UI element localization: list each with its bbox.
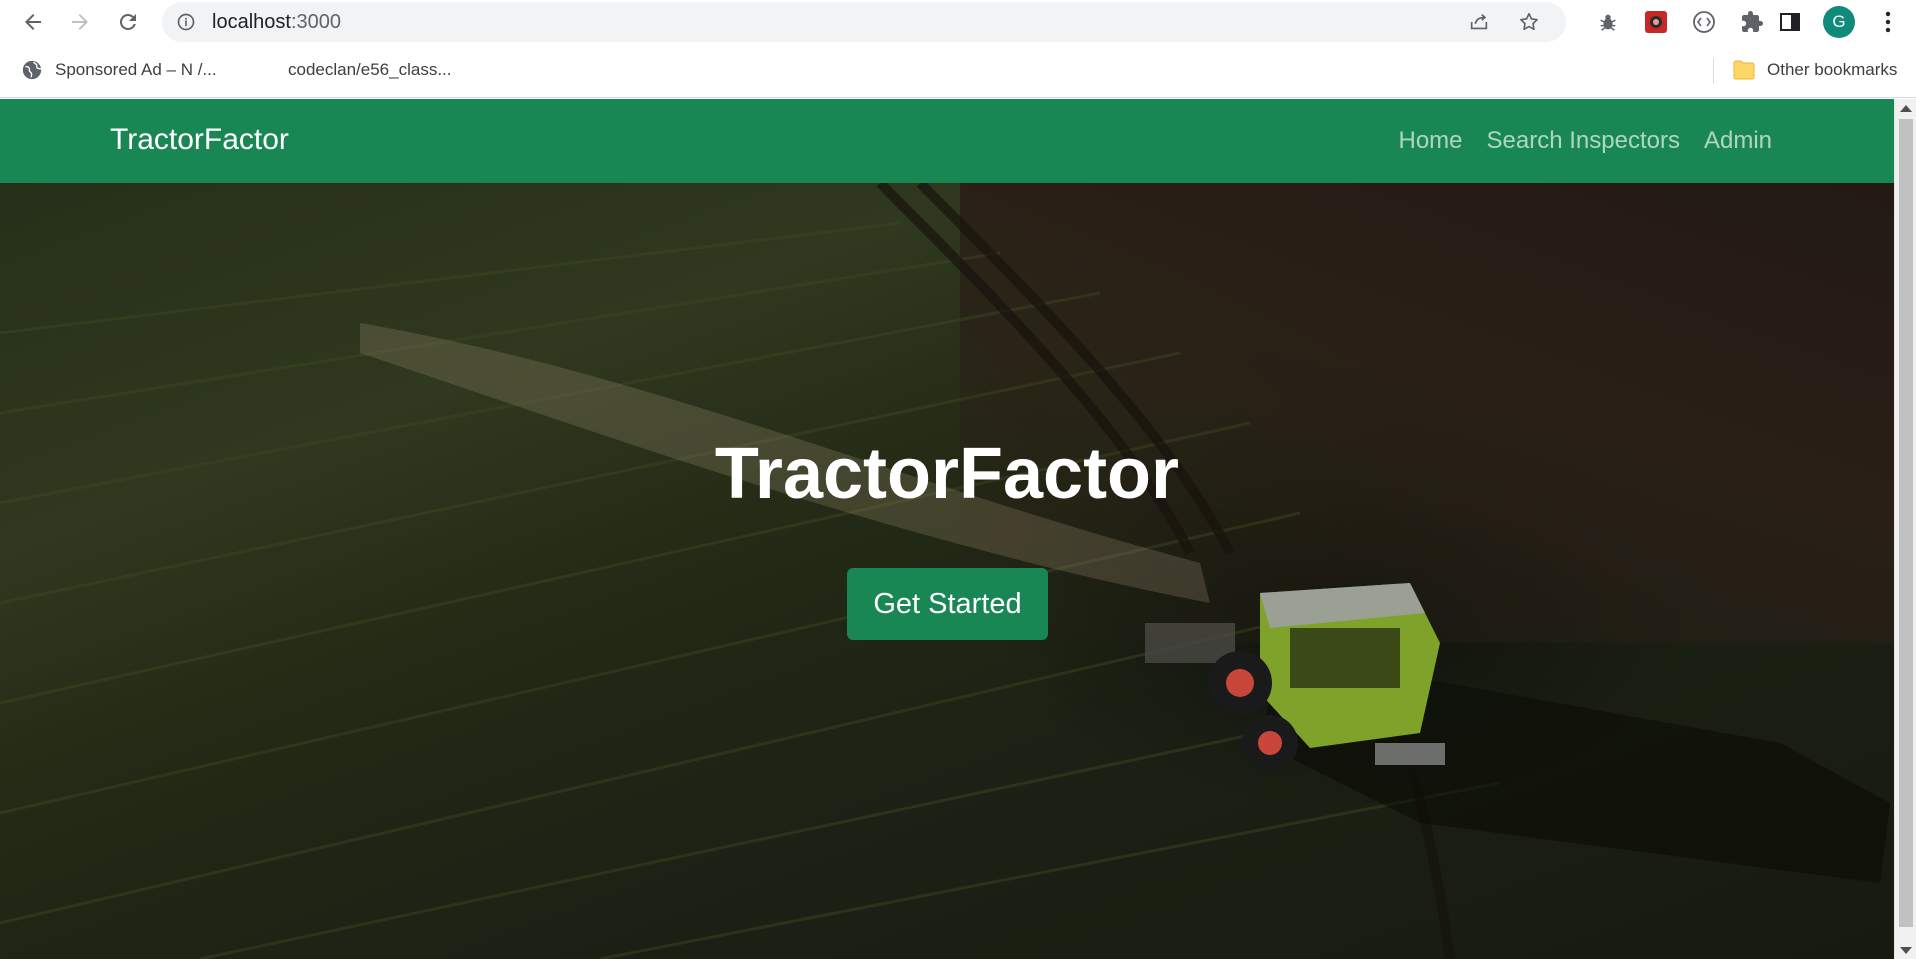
forward-button[interactable] bbox=[64, 6, 96, 38]
nav-link-admin[interactable]: Admin bbox=[1704, 125, 1772, 157]
reload-icon bbox=[119, 13, 136, 30]
bookmark-item[interactable]: codeclan/e56_class... bbox=[288, 56, 452, 84]
hero-section: TractorFactor Get Started bbox=[0, 183, 1894, 959]
bookmarks-separator bbox=[1713, 58, 1714, 84]
other-bookmarks[interactable]: Other bookmarks bbox=[1733, 56, 1897, 84]
url-host: localhost bbox=[212, 11, 291, 33]
red-extension-icon[interactable] bbox=[1644, 10, 1668, 34]
tractor-image bbox=[1145, 583, 1445, 771]
site-navbar: TractorFactor Home Search Inspectors Adm… bbox=[0, 99, 1894, 183]
url-port: :3000 bbox=[290, 11, 341, 33]
get-started-button[interactable]: Get Started bbox=[847, 568, 1048, 640]
star-icon[interactable] bbox=[1518, 11, 1540, 33]
extensions-group bbox=[1582, 2, 1763, 42]
nav-links: Home Search Inspectors Admin bbox=[1399, 125, 1773, 157]
reload-button[interactable] bbox=[112, 6, 144, 38]
profile-avatar[interactable]: G bbox=[1823, 6, 1855, 38]
scroll-down-arrow[interactable] bbox=[1900, 947, 1912, 954]
bookmarks-bar: Sponsored Ad – N /... codeclan/e56_class… bbox=[0, 44, 1916, 98]
url-text[interactable]: localhost:3000 bbox=[212, 12, 341, 32]
bookmark-label: Sponsored Ad – N /... bbox=[55, 60, 217, 79]
browser-toolbar: localhost:3000 G bbox=[0, 0, 1916, 44]
folder-icon bbox=[1733, 60, 1755, 80]
kebab-menu-icon[interactable] bbox=[1876, 8, 1900, 36]
nav-link-home[interactable]: Home bbox=[1399, 125, 1463, 157]
globe-icon bbox=[22, 60, 42, 80]
info-circle-icon[interactable] bbox=[176, 12, 196, 32]
scroll-up-arrow[interactable] bbox=[1900, 105, 1912, 112]
vertical-scrollbar[interactable] bbox=[1894, 99, 1916, 959]
page-viewport: TractorFactor Home Search Inspectors Adm… bbox=[0, 99, 1916, 959]
arrow-left-icon bbox=[25, 14, 41, 30]
side-panel-icon[interactable] bbox=[1778, 10, 1802, 34]
puzzle-icon[interactable] bbox=[1740, 10, 1764, 34]
bookmark-label: codeclan/e56_class... bbox=[288, 60, 452, 79]
code-extension-icon[interactable] bbox=[1692, 10, 1716, 34]
navbar-brand[interactable]: TractorFactor bbox=[110, 121, 289, 159]
address-bar[interactable]: localhost:3000 bbox=[162, 2, 1566, 42]
arrow-right-icon bbox=[72, 14, 88, 30]
bug-extension-icon[interactable] bbox=[1596, 10, 1620, 34]
hero-title: TractorFactor bbox=[714, 434, 1180, 514]
scrollbar-thumb[interactable] bbox=[1899, 119, 1913, 927]
share-icon[interactable] bbox=[1468, 11, 1490, 33]
bookmark-item[interactable]: Sponsored Ad – N /... bbox=[21, 56, 217, 84]
back-button[interactable] bbox=[17, 6, 49, 38]
site: TractorFactor Home Search Inspectors Adm… bbox=[0, 99, 1894, 959]
other-bookmarks-label: Other bookmarks bbox=[1767, 60, 1898, 79]
nav-link-search-inspectors[interactable]: Search Inspectors bbox=[1487, 125, 1680, 157]
